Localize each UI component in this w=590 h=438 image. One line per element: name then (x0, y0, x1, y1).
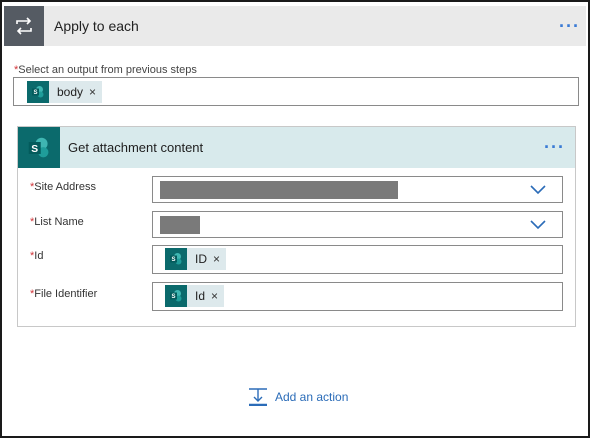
add-action-icon (249, 388, 267, 406)
action-header[interactable]: S Get attachment content ··· (18, 127, 575, 168)
sharepoint-icon: S (165, 285, 187, 307)
sharepoint-icon: S (27, 80, 49, 103)
svg-text:S: S (171, 257, 175, 263)
id-token[interactable]: S Id × (165, 285, 225, 307)
remove-token-icon[interactable]: × (213, 252, 220, 266)
add-action-button[interactable]: Add an action (248, 388, 348, 406)
chevron-down-icon (530, 185, 546, 195)
body-token[interactable]: S body × (27, 80, 103, 103)
list-name-label: *List Name (30, 216, 84, 228)
site-address-dropdown[interactable] (152, 176, 563, 203)
sharepoint-icon: S (165, 248, 187, 270)
chevron-down-icon (530, 220, 546, 230)
svg-text:S: S (171, 294, 175, 300)
svg-text:S: S (31, 143, 38, 154)
get-attachment-content-card: S Get attachment content ··· *Site Addre… (17, 126, 576, 327)
select-output-label: *Select an output from previous steps (14, 64, 197, 76)
token-label: body (57, 84, 84, 99)
token-label: ID (195, 252, 207, 266)
file-identifier-label: *File Identifier (30, 288, 98, 300)
remove-token-icon[interactable]: × (89, 85, 96, 99)
svg-text:S: S (33, 90, 37, 96)
apply-to-each-header[interactable]: Apply to each ··· (4, 6, 586, 46)
loop-icon (4, 6, 44, 46)
more-options-icon[interactable]: ··· (559, 16, 580, 37)
redacted-value (160, 216, 200, 234)
id-token[interactable]: S ID × (165, 248, 227, 270)
apply-to-each-title: Apply to each (54, 18, 139, 34)
file-identifier-input[interactable]: S Id × (152, 282, 563, 311)
token-label: Id (195, 289, 206, 303)
designer-canvas: Apply to each ··· *Select an output from… (0, 0, 590, 438)
add-action-label: Add an action (275, 390, 349, 404)
list-name-dropdown[interactable] (152, 211, 563, 238)
action-title: Get attachment content (68, 140, 204, 155)
redacted-value (160, 181, 398, 199)
remove-token-icon[interactable]: × (211, 289, 218, 303)
id-input[interactable]: S ID × (152, 245, 563, 274)
id-label: *Id (30, 250, 44, 262)
select-output-input[interactable]: S body × (13, 77, 579, 106)
more-options-icon[interactable]: ··· (544, 137, 565, 158)
site-address-label: *Site Address (30, 181, 97, 193)
sharepoint-icon: S (18, 127, 60, 168)
